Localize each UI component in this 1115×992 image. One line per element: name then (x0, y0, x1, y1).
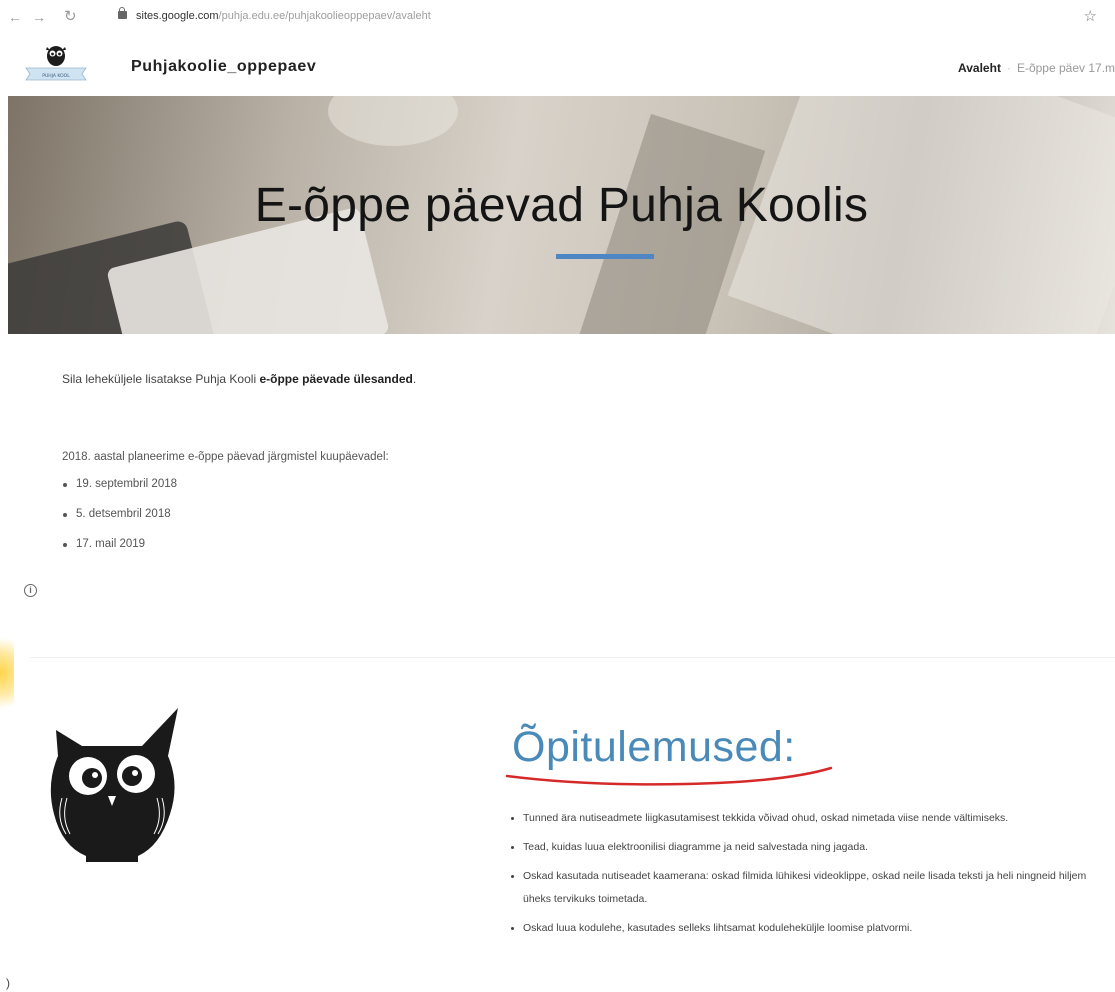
back-arrow-icon[interactable]: ← (8, 9, 22, 25)
site-title[interactable]: Puhjakoolie_oppepaev (131, 58, 316, 76)
list-item: Tunned ära nutiseadmete liigkasutamisest… (509, 807, 1109, 830)
browser-toolbar: ← → ↻ sites.google.com/puhja.edu.ee/puhj… (0, 0, 1115, 36)
info-icon[interactable]: i (24, 584, 37, 597)
dates-list: 19. septembril 2018 5. detsembril 2018 1… (62, 478, 177, 568)
nav-item-e-oppe-paev[interactable]: E-õppe päev 17.m (1017, 61, 1115, 75)
intro-text: Sila leheküljele lisatakse Puhja Kooli e… (62, 372, 417, 386)
section-divider (30, 657, 1115, 658)
edge-highlight (0, 628, 14, 718)
hero-title: E-õppe päevad Puhja Koolis (254, 179, 869, 232)
list-item: 19. septembril 2018 (62, 478, 177, 508)
star-icon[interactable]: ☆ (1084, 7, 1097, 25)
site-header: PUHJA KOOL Puhjakoolie_oppepaev Avaleht ·… (0, 44, 1115, 94)
list-item: Tead, kuidas luua elektroonilisi diagram… (509, 836, 1109, 859)
address-bar[interactable]: sites.google.com/puhja.edu.ee/puhjakooli… (118, 7, 1078, 29)
red-underline-annotation (505, 766, 833, 786)
owl-logo-icon[interactable]: PUHJA KOOL (22, 44, 90, 88)
outcomes-list: Tunned ära nutiseadmete liigkasutamisest… (509, 807, 1109, 946)
lock-icon (118, 7, 127, 20)
owl-illustration (50, 708, 178, 862)
site-navigation: Avaleht · E-õppe päev 17.m (958, 61, 1115, 75)
hero-banner: E-õppe päevad Puhja Koolis (8, 96, 1115, 334)
forward-arrow-icon[interactable]: → (32, 9, 46, 25)
list-item: 5. detsembril 2018 (62, 508, 177, 538)
nav-item-avaleht[interactable]: Avaleht (958, 61, 1001, 75)
edge-char: ) (6, 976, 10, 990)
reload-icon[interactable]: ↻ (64, 9, 77, 25)
url-text: sites.google.com/puhja.edu.ee/puhjakooli… (136, 10, 431, 22)
svg-text:PUHJA KOOL: PUHJA KOOL (42, 73, 70, 79)
plan-heading: 2018. aastal planeerime e-õppe päevad jä… (62, 451, 389, 463)
list-item: Oskad luua kodulehe, kasutades selleks l… (509, 917, 1109, 940)
list-item: Oskad kasutada nutiseadet kaamerana: osk… (509, 865, 1109, 911)
list-item: 17. mail 2019 (62, 538, 177, 568)
nav-separator: · (1006, 61, 1011, 75)
hero-accent-line (556, 254, 654, 259)
